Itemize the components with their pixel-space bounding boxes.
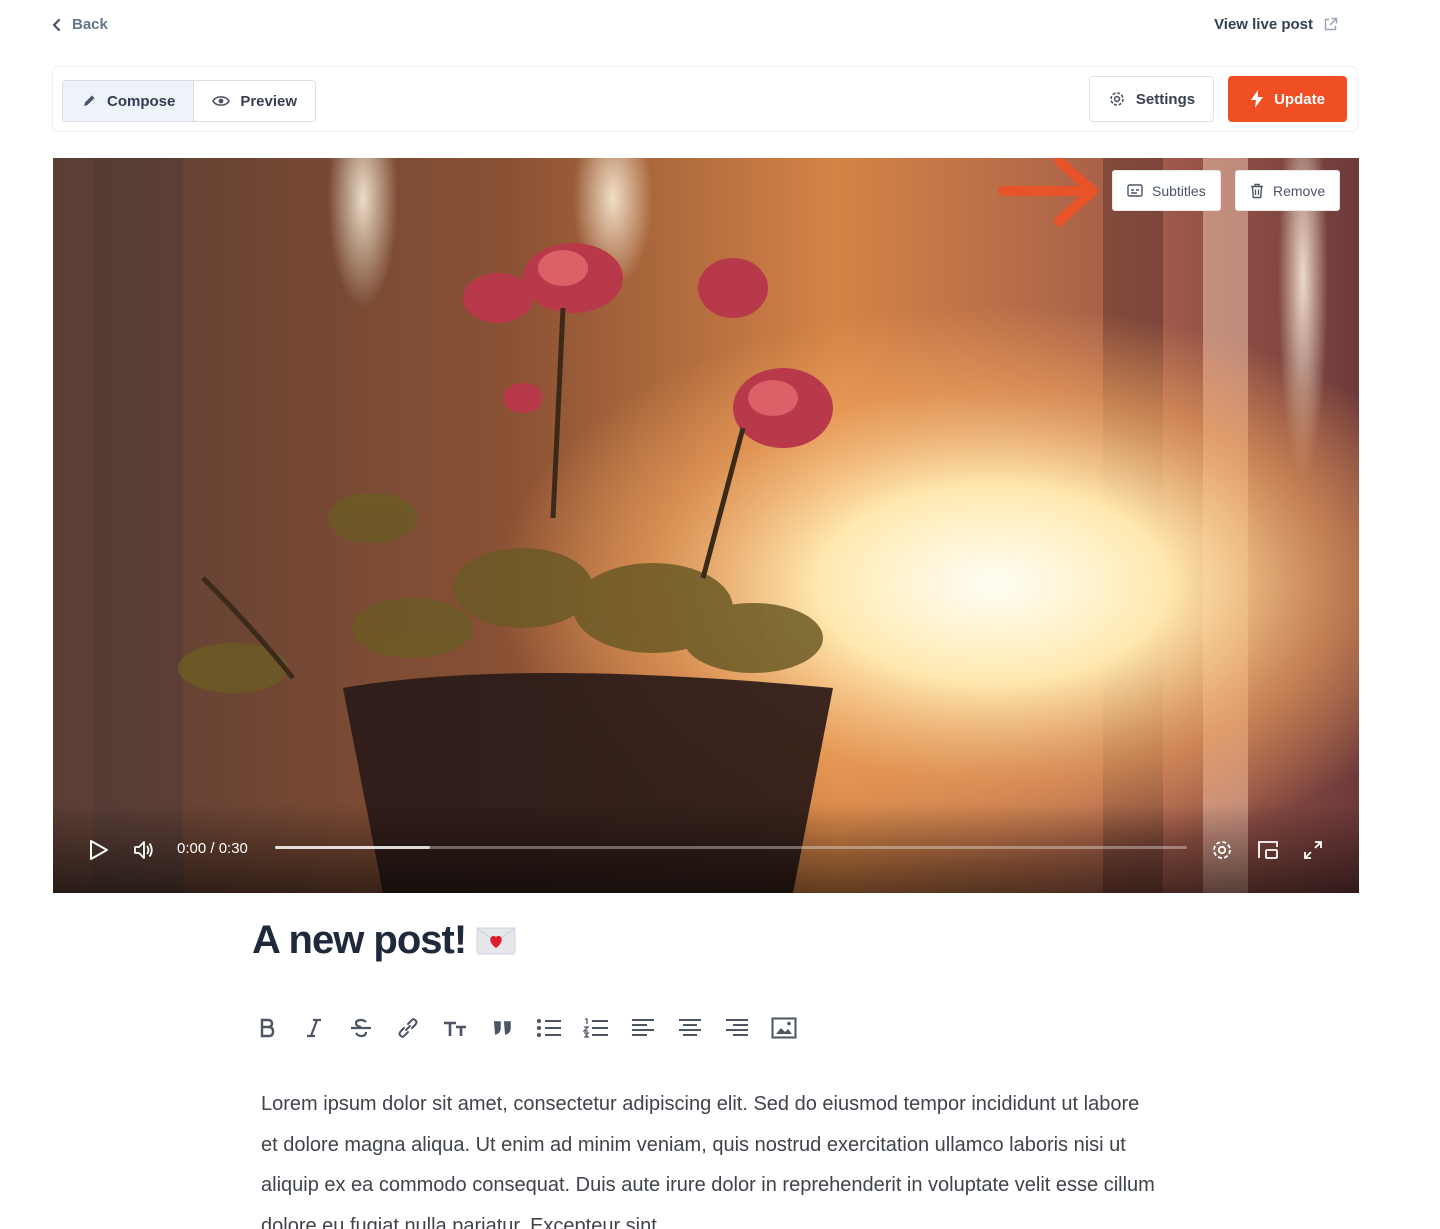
eye-icon	[212, 96, 231, 106]
quote-icon	[494, 1021, 511, 1035]
mode-toggle: Compose Preview	[62, 80, 317, 122]
pencil-icon	[84, 95, 95, 106]
remove-label: Remove	[1273, 182, 1326, 199]
video-time: 0:00 / 0:30	[177, 840, 248, 857]
fullscreen-icon[interactable]	[1302, 839, 1324, 861]
heading-button[interactable]	[440, 1011, 470, 1045]
bold-button[interactable]	[252, 1011, 282, 1045]
link-icon	[398, 1018, 418, 1038]
align-right-icon	[726, 1019, 748, 1036]
gear-icon[interactable]	[1211, 839, 1233, 861]
compose-tab[interactable]: Compose	[63, 81, 195, 121]
text-size-icon	[444, 1021, 466, 1036]
editor-toolbar: Compose Preview Settings Update	[52, 66, 1358, 132]
align-center-icon	[679, 1019, 701, 1036]
remove-video-button[interactable]: Remove	[1235, 170, 1341, 211]
picture-in-picture-icon[interactable]	[1256, 839, 1280, 861]
numbered-list-icon	[583, 1018, 608, 1038]
back-label: Back	[72, 16, 108, 33]
view-live-post-link[interactable]: View live post	[1214, 16, 1338, 33]
chevron-left-icon	[52, 18, 61, 31]
lightning-icon	[1251, 90, 1264, 108]
italic-icon	[307, 1018, 321, 1038]
image-icon	[771, 1017, 797, 1039]
align-left-icon	[632, 1019, 654, 1036]
align-right-button[interactable]	[722, 1011, 752, 1045]
video-progress-fill	[275, 846, 431, 849]
preview-tab[interactable]: Preview	[194, 81, 316, 121]
preview-label: Preview	[240, 92, 298, 110]
post-title[interactable]: A new post!	[252, 918, 516, 963]
settings-button[interactable]: Settings	[1089, 76, 1214, 122]
play-icon[interactable]	[89, 839, 109, 861]
quote-button[interactable]	[487, 1011, 517, 1045]
update-button[interactable]: Update	[1228, 76, 1347, 122]
video-frame	[53, 158, 1359, 893]
subtitles-label: Subtitles	[1152, 182, 1206, 199]
captions-icon	[1127, 184, 1143, 197]
post-body[interactable]: Lorem ipsum dolor sit amet, consectetur …	[261, 1084, 1161, 1229]
settings-label: Settings	[1135, 90, 1196, 108]
video-progress-bar[interactable]	[275, 846, 1187, 849]
align-center-button[interactable]	[675, 1011, 705, 1045]
trash-icon	[1251, 183, 1263, 198]
video-controls: 0:00 / 0:30	[53, 803, 1359, 893]
callout-arrow-icon	[998, 158, 1098, 226]
view-live-label: View live post	[1214, 16, 1313, 33]
post-title-text: A new post!	[252, 918, 467, 962]
back-link[interactable]: Back	[52, 16, 108, 33]
insert-image-button[interactable]	[769, 1011, 799, 1045]
gear-icon	[1110, 92, 1124, 106]
strikethrough-icon	[351, 1018, 371, 1038]
bold-icon	[260, 1018, 275, 1038]
italic-button[interactable]	[299, 1011, 329, 1045]
strikethrough-button[interactable]	[346, 1011, 376, 1045]
numbered-list-button[interactable]	[581, 1011, 611, 1045]
subtitles-button[interactable]: Subtitles	[1112, 170, 1221, 211]
external-link-icon	[1324, 17, 1338, 31]
post-editor-page: Back View live post Compose Preview Sett…	[0, 0, 1440, 1229]
volume-icon[interactable]	[133, 839, 155, 861]
bulleted-list-button[interactable]	[534, 1011, 564, 1045]
bulleted-list-icon	[537, 1019, 561, 1037]
update-label: Update	[1274, 90, 1325, 108]
compose-label: Compose	[107, 92, 176, 110]
video-player[interactable]: Subtitles Remove 0:00 / 0:30	[53, 158, 1359, 893]
formatting-toolbar	[252, 1011, 799, 1045]
link-button[interactable]	[393, 1011, 423, 1045]
love-letter-icon	[476, 927, 516, 954]
align-left-button[interactable]	[628, 1011, 658, 1045]
